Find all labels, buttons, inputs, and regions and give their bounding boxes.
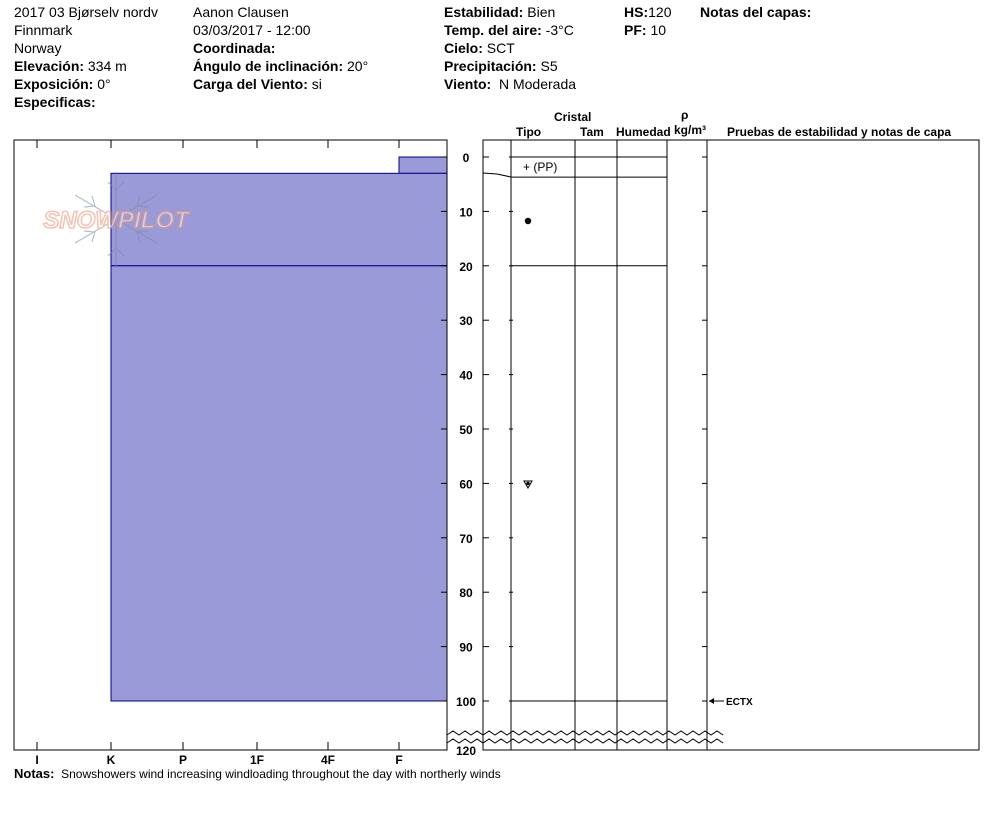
notes-label: Notas: <box>14 766 55 781</box>
axis-break-marks <box>446 730 724 744</box>
depth-label-20: 20 <box>459 260 473 274</box>
depth-label-40: 40 <box>459 369 473 383</box>
grain-symbol-melt-forms <box>524 217 532 225</box>
snow-profile-chart: I K P 1F 4F F SNOWPILOT 0 10 20 30 40 50 60 70 80 90 10… <box>13 139 980 767</box>
grain-symbol-depth-hoar <box>523 480 533 490</box>
depth-label-60: 60 <box>459 477 473 491</box>
hardness-label-P: P <box>179 753 187 767</box>
depth-label-90: 90 <box>459 641 473 655</box>
hardness-layer-2 <box>110 265 448 702</box>
grain-panel-frame <box>482 139 980 751</box>
depth-label-100: 100 <box>456 695 476 709</box>
grain-layer-lines <box>511 156 667 702</box>
depth-label-50: 50 <box>459 423 473 437</box>
depth-label-70: 70 <box>459 532 473 546</box>
hardness-layer-0 <box>398 156 448 174</box>
grain-column-lines <box>510 140 708 750</box>
depth-label-80: 80 <box>459 586 473 600</box>
surface-contour-line <box>482 172 512 178</box>
hardness-label-F: F <box>395 753 402 767</box>
depth-label-120: 120 <box>456 744 476 758</box>
hardness-label-I: I <box>35 753 38 767</box>
snowpilot-wordmark: SNOWPILOT <box>43 207 191 234</box>
notes-text: Snowshowers wind increasing windloading … <box>61 767 501 781</box>
grain-symbols: + (PP) <box>523 160 557 490</box>
depth-label-0: 0 <box>463 151 470 165</box>
test-arrow-head-0 <box>709 698 714 704</box>
top-ticks <box>36 140 400 148</box>
notes: Notas: Snowshowers wind increasing windl… <box>14 766 501 781</box>
stability-test-ectx: ECTX <box>709 697 753 708</box>
hardness-bars <box>110 156 448 702</box>
hardness-label-K: K <box>107 753 116 767</box>
hardness-label-4F: 4F <box>321 753 335 767</box>
hardness-label-1F: 1F <box>250 753 264 767</box>
depth-label-30: 30 <box>459 314 473 328</box>
grain-symbol-precip-particles: + (PP) <box>523 160 557 174</box>
hardness-axis: I K P 1F 4F F <box>35 742 403 767</box>
test-result-label-0: ECTX <box>726 697 753 708</box>
depth-label-10: 10 <box>459 205 473 219</box>
